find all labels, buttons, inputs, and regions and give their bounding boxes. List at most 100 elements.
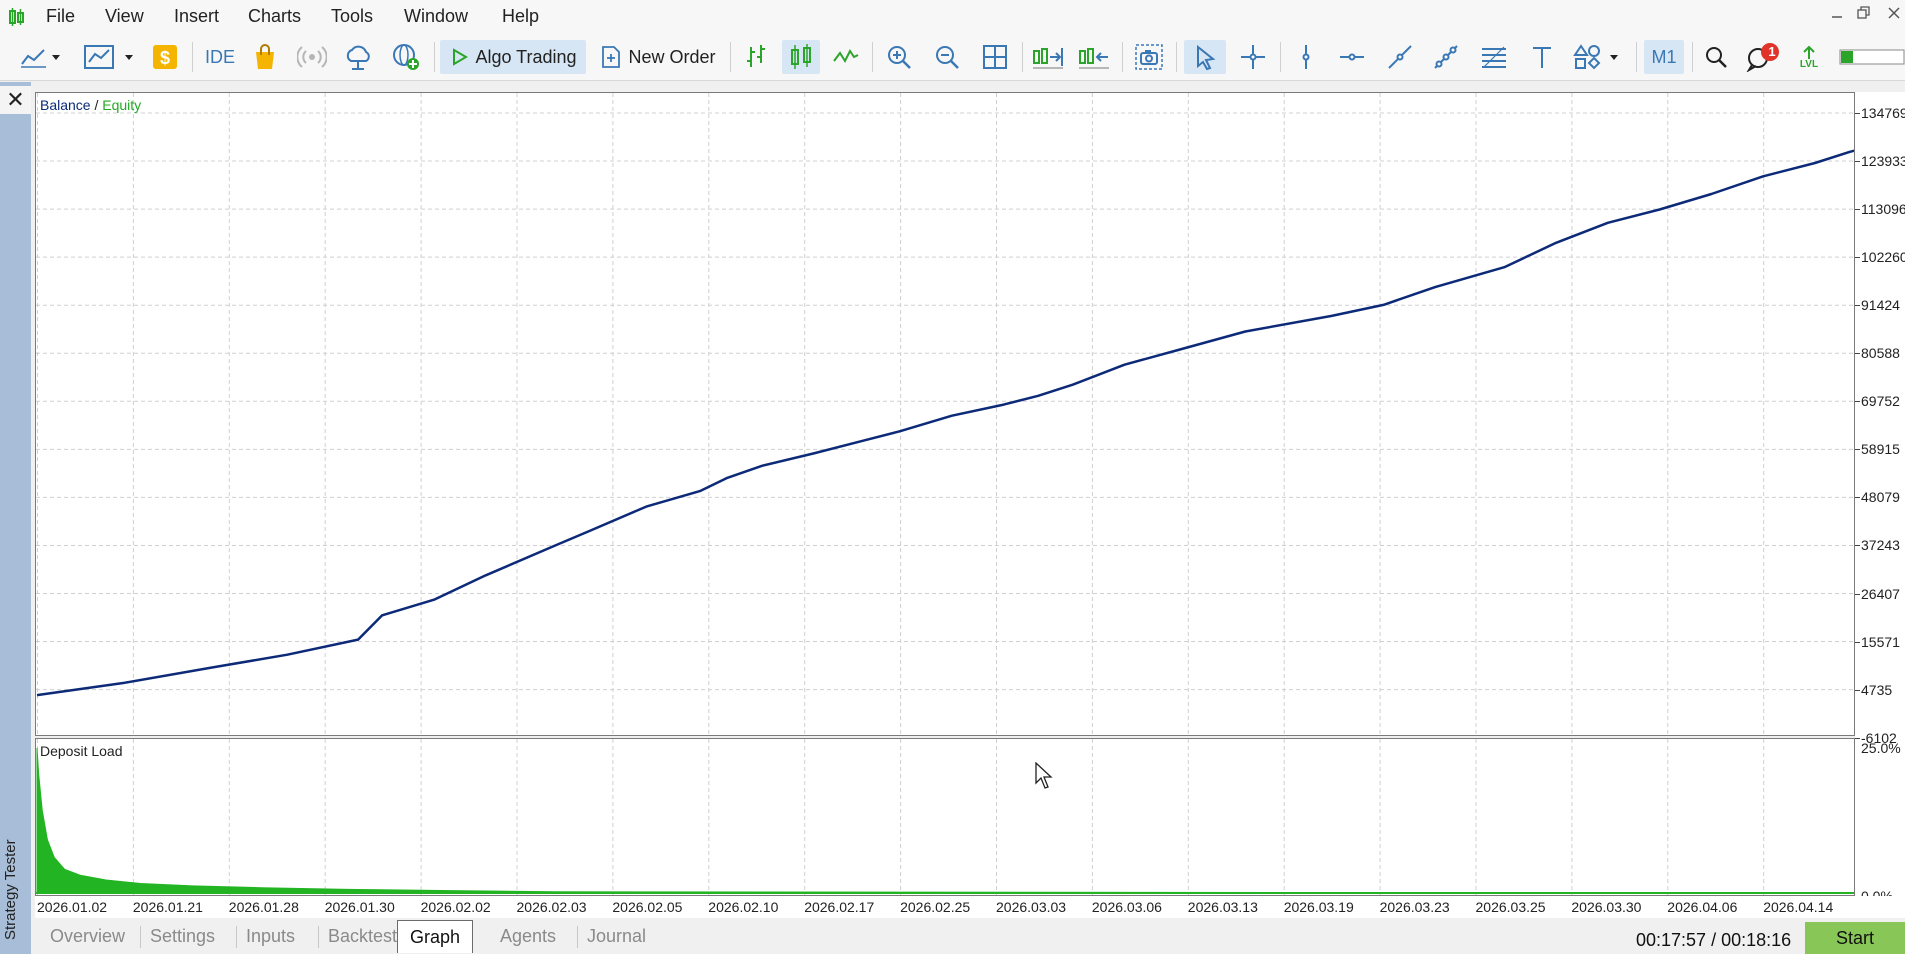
restore-icon[interactable] <box>1857 4 1871 27</box>
screenshot-button[interactable] <box>1130 40 1168 74</box>
y-tick-label: 4735 <box>1861 681 1893 698</box>
menu-insert[interactable]: Insert <box>174 6 219 27</box>
y-axis: 134769 123933 113096 102260 91424 80588 69752 5… <box>1855 92 1905 896</box>
x-tick-label: 2026.03.23 <box>1379 899 1450 915</box>
start-label: Start <box>1835 927 1874 948</box>
menu-tools[interactable]: Tools <box>331 6 373 27</box>
horizontal-line-tool-button[interactable] <box>1334 40 1370 74</box>
deposit-load-chart[interactable]: Deposit Load <box>35 738 1855 896</box>
camera-icon <box>1135 44 1163 70</box>
y-tick-label: 37243 <box>1861 537 1900 554</box>
x-tick-label: 2026.02.17 <box>804 899 875 915</box>
x-tick-label: 2026.02.02 <box>420 899 491 915</box>
y-tick-mark <box>1855 593 1860 595</box>
cursor-tool-button[interactable] <box>1184 40 1226 74</box>
candlestick-button[interactable] <box>782 40 820 74</box>
zoom-in-button[interactable] <box>880 40 918 74</box>
shapes-dropdown-button[interactable] <box>1570 40 1626 74</box>
vps-button[interactable] <box>340 40 376 74</box>
shopping-bag-icon <box>256 44 274 69</box>
x-tick-label: 2026.02.25 <box>900 899 971 915</box>
indicators-icon <box>84 45 133 69</box>
y-tick-label: 91424 <box>1861 297 1900 314</box>
y-tick-mark <box>1855 161 1860 163</box>
x-tick-label: 2026.02.03 <box>516 899 587 915</box>
add-network-button[interactable] <box>388 40 424 74</box>
lvl-button[interactable]: LVL <box>1794 40 1824 74</box>
tab-journal[interactable]: Journal <box>587 922 646 950</box>
balance-equity-plot <box>36 93 1854 735</box>
arrow-cursor-icon <box>1197 44 1216 71</box>
y-tick-label: 134769 <box>1861 105 1905 121</box>
x-tick-label: 2026.01.02 <box>37 899 108 915</box>
start-button[interactable]: Start <box>1805 922 1905 954</box>
tab-graph[interactable]: Graph <box>397 920 474 953</box>
indicators-dropdown-button[interactable] <box>80 40 138 74</box>
series-line-balance <box>36 149 1854 697</box>
messages-button[interactable]: 1 <box>1742 40 1786 74</box>
x-axis: 2026.01.02 2026.01.21 2026.01.28 2026.01.30… <box>35 896 1905 918</box>
y-tick-mark <box>1855 305 1860 307</box>
fibonacci-icon <box>1482 46 1506 68</box>
legend-separator: / <box>94 97 99 113</box>
svg-text:$: $ <box>160 48 170 68</box>
lvl-label: LVL <box>1799 59 1819 70</box>
play-icon <box>453 48 469 66</box>
menu-view[interactable]: View <box>105 6 144 27</box>
fibonacci-tool-button[interactable] <box>1476 40 1512 74</box>
chart-shift-button[interactable] <box>1074 40 1114 74</box>
algo-trading-button[interactable]: Algo Trading <box>440 40 586 74</box>
market-button[interactable]: $ <box>148 40 182 74</box>
y-tick-label: 15571 <box>1861 633 1900 650</box>
y-tick-mark <box>1855 353 1860 355</box>
close-icon: ✕ <box>6 87 25 112</box>
line-chart-dropdown-button[interactable] <box>14 40 66 74</box>
menu-bar: File View Insert Charts Tools Window Hel… <box>0 0 1905 34</box>
y-tick-label: 80588 <box>1861 345 1900 362</box>
tab-settings[interactable]: Settings <box>150 922 215 950</box>
auto-scroll-button[interactable] <box>1028 40 1068 74</box>
tester-tab-bar: Overview Settings Inputs Backtest Graph Agent… <box>31 918 1905 954</box>
y-tick-mark <box>1855 257 1860 259</box>
shop-button[interactable] <box>248 40 282 74</box>
x-tick-label: 2026.01.28 <box>228 899 299 915</box>
tab-inputs[interactable]: Inputs <box>246 922 295 950</box>
close-window-icon[interactable] <box>1887 4 1901 27</box>
balance-equity-chart[interactable]: Balance / Equity <box>35 92 1855 736</box>
bar-chart-button[interactable] <box>738 40 774 74</box>
zoom-out-button[interactable] <box>928 40 966 74</box>
tab-separator <box>577 926 578 948</box>
menu-window[interactable]: Window <box>404 6 468 27</box>
tile-windows-button[interactable] <box>976 40 1014 74</box>
new-order-button[interactable]: New Order <box>596 40 720 74</box>
menu-file[interactable]: File <box>46 6 75 27</box>
algo-trading-label: Algo Trading <box>475 46 577 67</box>
close-panel-button[interactable]: ✕ <box>0 86 31 114</box>
menu-charts[interactable]: Charts <box>248 6 301 27</box>
trendline-tool-button[interactable] <box>1382 40 1418 74</box>
line-chart-button[interactable] <box>828 40 864 74</box>
deposit-load-y-tick-label: 0.0% <box>1861 888 1893 896</box>
strategy-tester-label: Strategy Tester <box>2 839 19 940</box>
y-tick-label: 123933 <box>1861 153 1905 170</box>
channel-tool-button[interactable] <box>1428 40 1464 74</box>
line-icon <box>833 49 859 64</box>
ide-button[interactable]: IDE <box>200 40 240 74</box>
tab-backtest[interactable]: Backtest <box>328 922 397 950</box>
minimize-icon[interactable] <box>1831 4 1843 27</box>
y-tick-mark <box>1855 641 1860 643</box>
timeframe-m1-button[interactable]: M1 <box>1644 40 1684 74</box>
search-button[interactable] <box>1698 40 1734 74</box>
text-tool-button[interactable] <box>1524 40 1560 74</box>
y-tick-mark <box>1855 449 1860 451</box>
x-tick-label: 2026.03.13 <box>1187 899 1258 915</box>
channel-icon <box>1434 45 1458 69</box>
tab-overview[interactable]: Overview <box>50 922 125 950</box>
crosshair-tool-button[interactable] <box>1234 40 1272 74</box>
x-tick-label: 2026.03.06 <box>1091 899 1162 915</box>
legend-equity: Equity <box>102 97 142 113</box>
tab-agents[interactable]: Agents <box>500 922 556 950</box>
vertical-line-tool-button[interactable] <box>1288 40 1324 74</box>
signals-button[interactable] <box>294 40 330 74</box>
menu-help[interactable]: Help <box>502 6 539 27</box>
